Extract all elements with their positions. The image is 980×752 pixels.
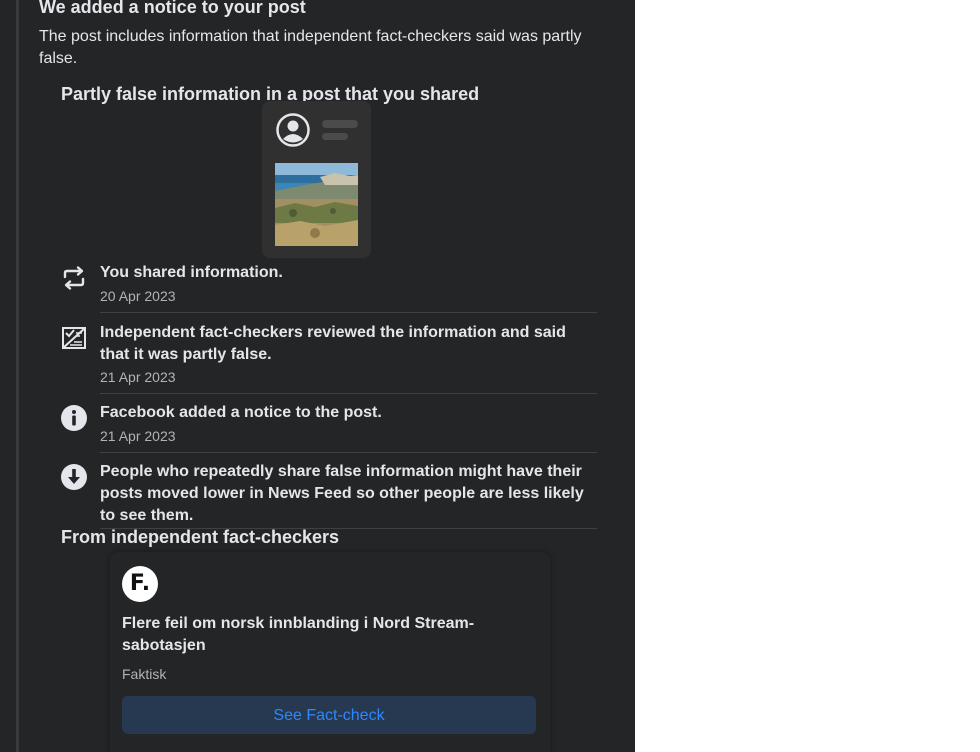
- fact-check-card: F. Flere feil om norsk innblanding i Nor…: [110, 552, 550, 752]
- timeline-date: 21 Apr 2023: [100, 428, 176, 444]
- fact-check-article-title: Flere feil om norsk innblanding i Nord S…: [122, 615, 475, 654]
- notice-description: The post includes information that indep…: [39, 28, 582, 67]
- timeline-text: Facebook added a notice to the post.: [100, 404, 382, 421]
- placeholder-line: [322, 133, 348, 140]
- timeline-text: You shared information.: [100, 264, 283, 281]
- timeline-divider: [100, 312, 597, 313]
- timeline-date: 20 Apr 2023: [100, 288, 176, 304]
- info-icon: [61, 405, 87, 431]
- placeholder-line: [322, 120, 358, 128]
- timeline-divider: [100, 452, 597, 453]
- faktisk-logo: F.: [122, 566, 158, 602]
- shared-post-preview[interactable]: [262, 101, 371, 258]
- notice-panel: We added a notice to your post The post …: [0, 0, 635, 752]
- timeline-text: People who repeatedly share false inform…: [100, 463, 584, 524]
- timeline-text: Independent fact-checkers reviewed the i…: [100, 324, 566, 363]
- notice-heading: We added a notice to your post: [39, 0, 306, 17]
- left-border: [16, 0, 19, 752]
- timeline-date: 21 Apr 2023: [100, 369, 176, 385]
- fact-check-source: Faktisk: [122, 666, 167, 682]
- fact-checkers-title: From independent fact-checkers: [61, 527, 340, 547]
- arrow-down-circle-icon: [61, 464, 87, 490]
- fact-check-icon: [62, 327, 86, 349]
- post-thumbnail-image: [275, 163, 358, 246]
- timeline-divider: [100, 393, 597, 394]
- avatar-icon: [276, 113, 310, 147]
- share-repeat-icon: [63, 266, 85, 290]
- see-fact-check-button[interactable]: See Fact-check: [122, 696, 536, 734]
